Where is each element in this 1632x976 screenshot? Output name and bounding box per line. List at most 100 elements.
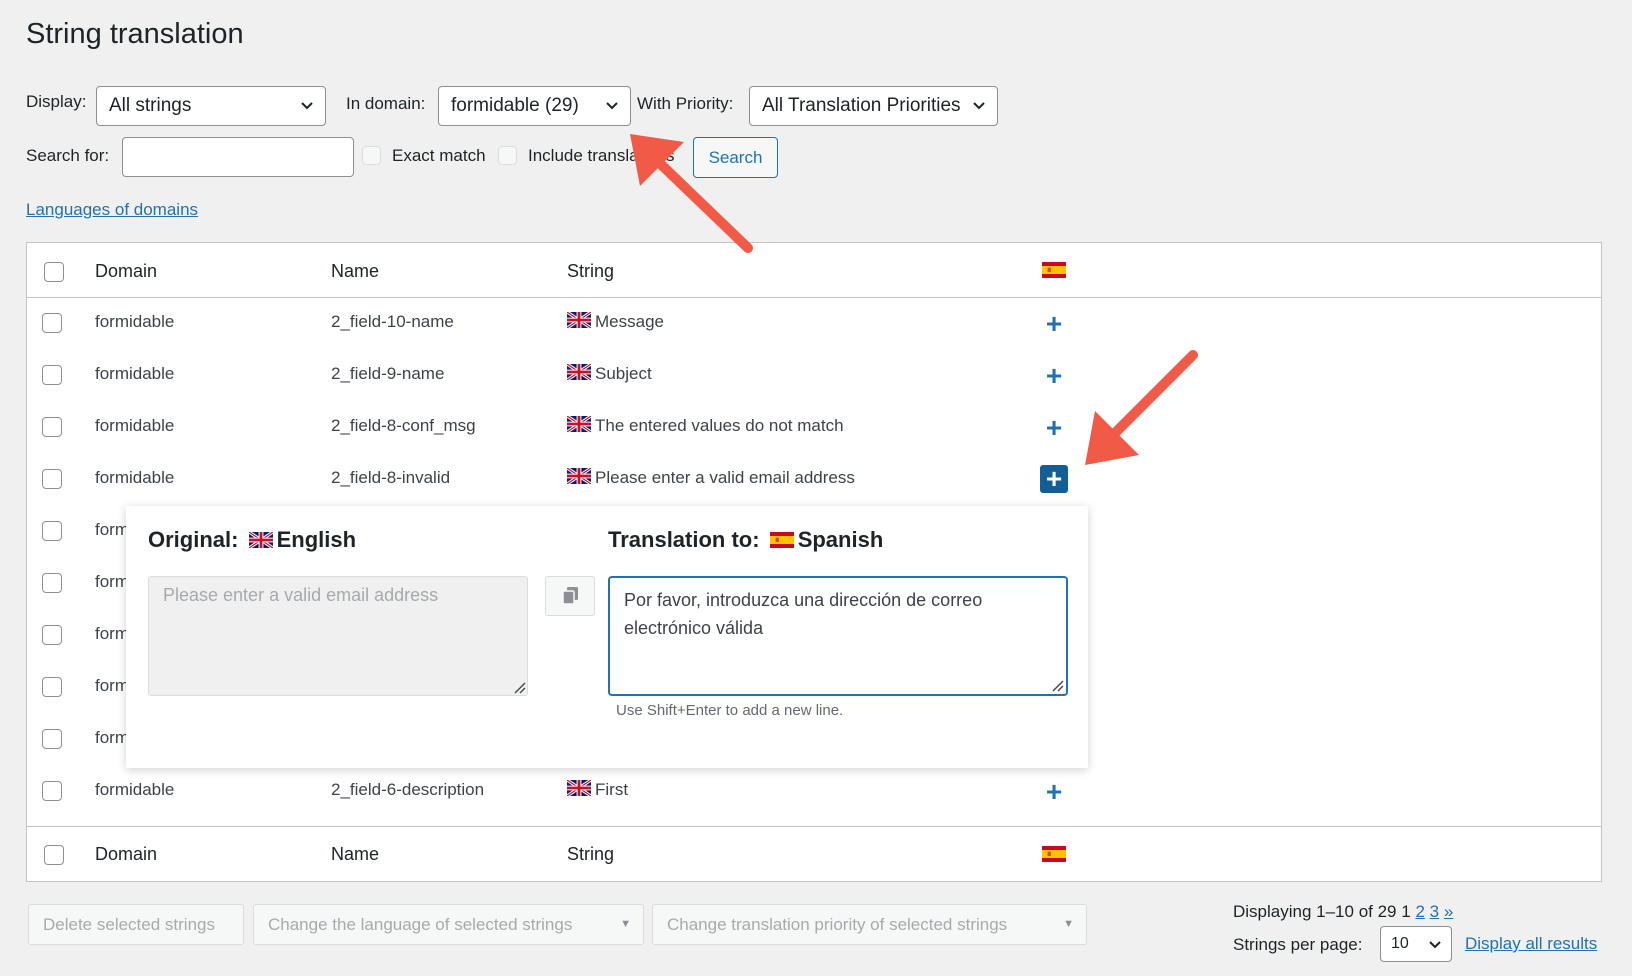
english-flag-icon — [567, 312, 591, 328]
row-checkbox[interactable] — [42, 573, 62, 593]
select-all-checkbox[interactable] — [44, 262, 64, 282]
footer-divider — [27, 826, 1601, 827]
header-divider — [27, 297, 1601, 298]
row-checkbox[interactable] — [42, 365, 62, 385]
row-string: Message — [567, 312, 664, 332]
newline-hint: Use Shift+Enter to add a new line. — [616, 702, 844, 719]
row-checkbox[interactable] — [42, 729, 62, 749]
translation-heading: Translation to: Spanish — [608, 527, 884, 552]
add-translation-button[interactable]: + — [1043, 414, 1065, 442]
change-language-select[interactable]: Change the language of selected strings ▼ — [253, 904, 644, 945]
priority-label: With Priority: — [637, 94, 734, 113]
add-translation-button-active[interactable]: + — [1040, 465, 1068, 493]
original-heading: Original: English — [148, 527, 357, 552]
domain-label: In domain: — [346, 94, 426, 113]
display-select[interactable]: All strings — [96, 86, 326, 126]
search-button[interactable]: Search — [693, 137, 778, 178]
row-domain: form — [95, 520, 129, 539]
add-translation-button[interactable]: + — [1043, 310, 1065, 338]
displaying-text: Displaying 1–10 of 29 — [1233, 902, 1397, 921]
row-domain: formidable — [95, 780, 175, 799]
delete-selected-button[interactable]: Delete selected strings — [28, 904, 244, 945]
display-all-results-link[interactable]: Display all results — [1465, 934, 1597, 954]
chevron-down-icon — [1429, 941, 1441, 949]
footer-string: String — [567, 844, 615, 864]
row-name: 2_field-6-description — [331, 780, 485, 799]
row-domain: form — [95, 572, 129, 591]
row-domain: formidable — [95, 468, 175, 487]
row-string: Subject — [567, 364, 652, 384]
row-name: 2_field-8-conf_msg — [331, 416, 476, 435]
domain-select-value: formidable (29) — [451, 95, 579, 116]
row-checkbox[interactable] — [42, 313, 62, 333]
row-domain: formidable — [95, 364, 175, 383]
per-page-value: 10 — [1391, 935, 1409, 952]
row-domain: form — [95, 624, 129, 643]
display-label: Display: — [26, 92, 87, 111]
row-name: 2_field-8-invalid — [331, 468, 451, 487]
copy-icon — [562, 587, 578, 605]
spanish-flag-icon — [770, 532, 794, 548]
resize-handle-icon[interactable] — [1050, 678, 1064, 692]
search-label: Search for: — [26, 146, 110, 165]
languages-of-domains-link[interactable]: Languages of domains — [26, 200, 198, 220]
display-select-value: All strings — [109, 95, 192, 116]
change-priority-select[interactable]: Change translation priority of selected … — [652, 904, 1087, 945]
domain-select[interactable]: formidable (29) — [438, 86, 631, 126]
row-string: First — [567, 780, 628, 800]
english-flag-icon — [567, 780, 591, 796]
page-3-link[interactable]: 3 — [1430, 902, 1439, 921]
row-name: 2_field-10-name — [331, 312, 454, 331]
chevron-down-icon — [606, 102, 618, 110]
english-flag-icon — [249, 532, 273, 548]
page-title: String translation — [26, 18, 244, 50]
dropdown-arrow-icon: ▼ — [620, 918, 631, 930]
add-translation-button[interactable]: + — [1043, 362, 1065, 390]
exact-match-checkbox[interactable] — [362, 146, 381, 165]
include-translations-label: Include translations — [528, 146, 675, 165]
search-input[interactable] — [122, 137, 354, 177]
original-textarea[interactable]: Please enter a valid email address — [148, 576, 528, 696]
per-page-label: Strings per page: — [1233, 935, 1363, 954]
select-all-checkbox-footer[interactable] — [44, 845, 64, 865]
row-domain: form — [95, 676, 129, 695]
pagination: Displaying 1–10 of 29 1 2 3 » — [1233, 902, 1453, 922]
exact-match-label: Exact match — [392, 146, 486, 165]
dropdown-arrow-icon: ▼ — [1063, 918, 1074, 930]
priority-select[interactable]: All Translation Priorities — [749, 86, 998, 126]
add-translation-button[interactable]: + — [1043, 778, 1065, 806]
row-checkbox[interactable] — [42, 521, 62, 541]
row-checkbox[interactable] — [42, 781, 62, 801]
translation-popup: Original: English Translation to: Spanis… — [126, 506, 1088, 768]
row-checkbox[interactable] — [42, 625, 62, 645]
footer-name: Name — [331, 844, 380, 864]
row-domain: formidable — [95, 312, 175, 331]
header-string: String — [567, 261, 615, 281]
row-string: Please enter a valid email address — [567, 468, 855, 488]
resize-handle-icon[interactable] — [512, 680, 526, 694]
chevron-down-icon — [301, 102, 313, 110]
row-checkbox[interactable] — [42, 469, 62, 489]
footer-domain: Domain — [95, 844, 158, 864]
per-page-select[interactable]: 10 — [1380, 926, 1452, 962]
spanish-flag-icon — [1042, 262, 1066, 278]
page-current: 1 — [1401, 902, 1411, 921]
header-domain: Domain — [95, 261, 158, 281]
english-flag-icon — [567, 468, 591, 484]
translation-textarea[interactable]: Por favor, introduzca una dirección de c… — [608, 576, 1068, 696]
english-flag-icon — [567, 416, 591, 432]
row-checkbox[interactable] — [42, 677, 62, 697]
priority-select-value: All Translation Priorities — [762, 95, 961, 116]
row-domain: form — [95, 728, 129, 747]
next-page-link[interactable]: » — [1444, 902, 1453, 921]
row-string: The entered values do not match — [567, 416, 844, 436]
row-checkbox[interactable] — [42, 417, 62, 437]
row-name: 2_field-9-name — [331, 364, 445, 383]
header-name: Name — [331, 261, 380, 281]
copy-original-button[interactable] — [545, 576, 595, 616]
chevron-down-icon — [973, 102, 985, 110]
spanish-flag-icon — [1042, 846, 1066, 862]
row-domain: formidable — [95, 416, 175, 435]
page-2-link[interactable]: 2 — [1415, 902, 1424, 921]
include-translations-checkbox[interactable] — [498, 146, 517, 165]
